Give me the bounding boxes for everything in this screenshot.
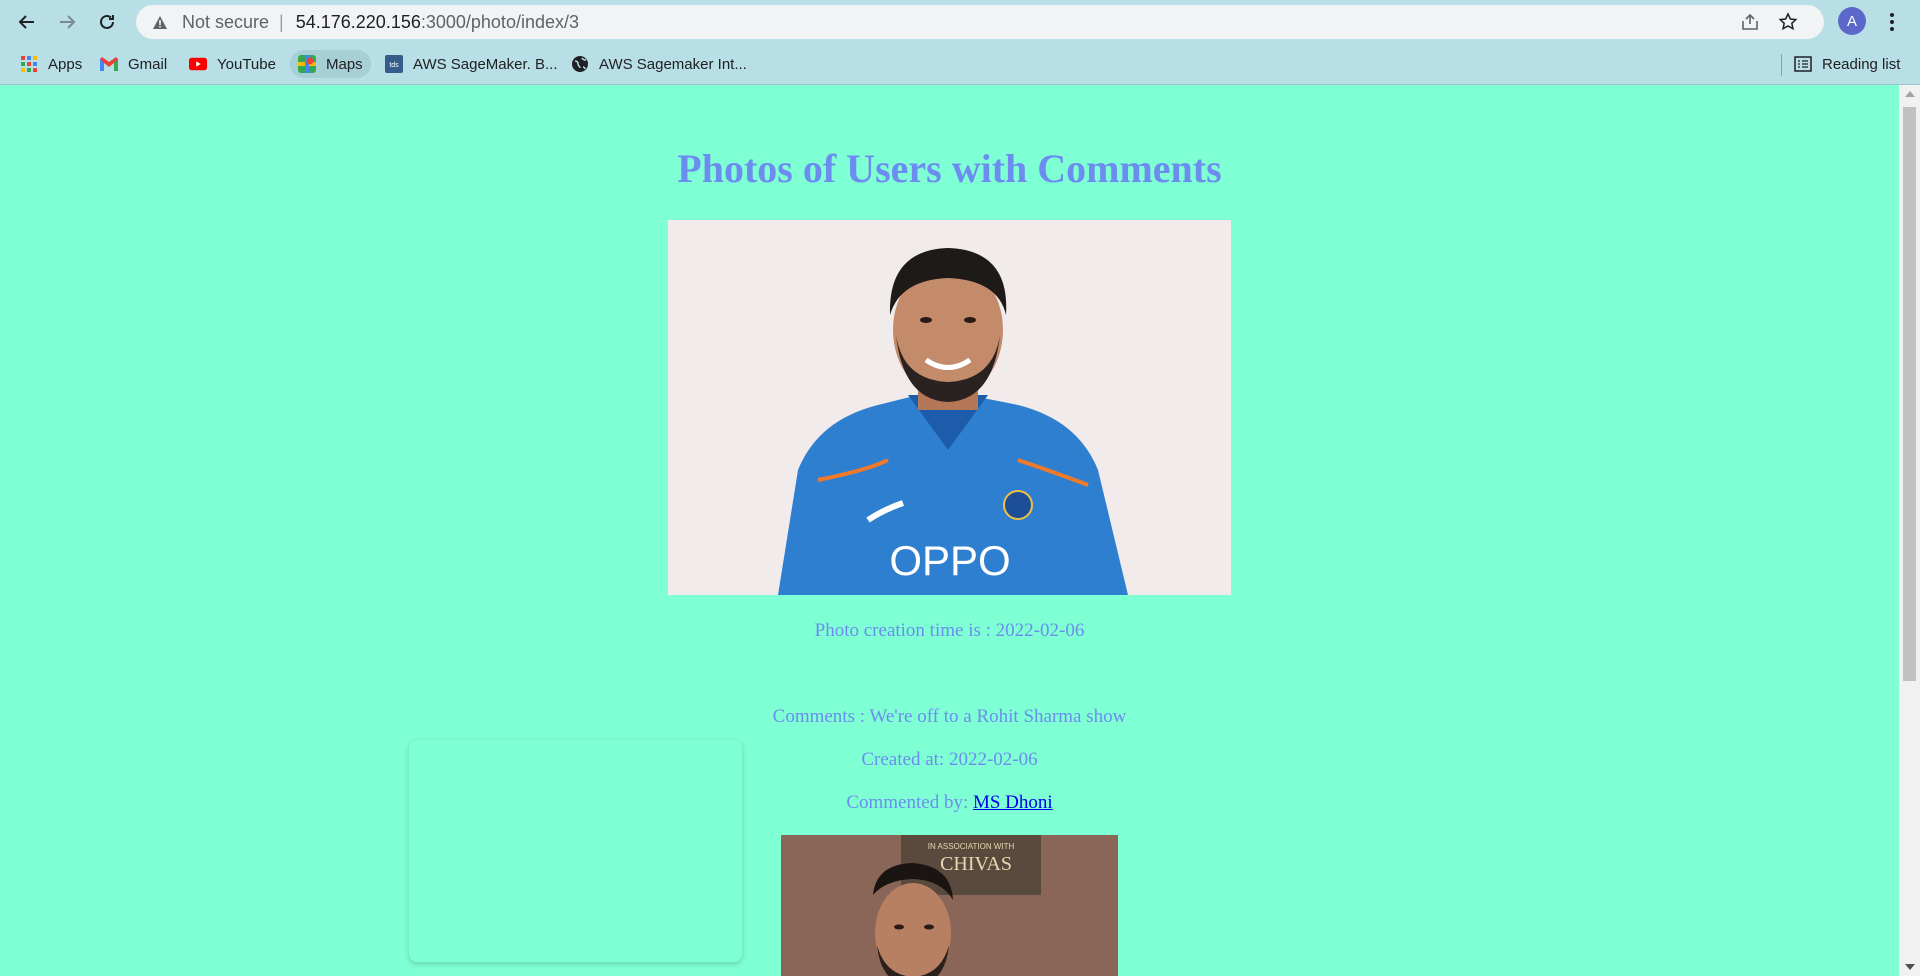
gmail-icon — [100, 55, 118, 73]
forward-icon[interactable] — [51, 6, 83, 38]
bookmark-apps[interactable]: Apps — [12, 50, 90, 78]
photo-creation-date: 2022-02-06 — [995, 620, 1085, 641]
comment-text: Comments : We're off to a Rohit Sharma s… — [772, 706, 1127, 727]
reading-list-button[interactable]: Reading list — [1786, 50, 1908, 78]
menu-dots-icon[interactable] — [1880, 7, 1904, 37]
commented-by: Commented by: MS Dhoni — [846, 792, 1053, 813]
scroll-down-arrow-icon[interactable] — [1905, 964, 1915, 970]
commenter-link[interactable]: MS Dhoni — [973, 792, 1053, 813]
banner-small-text: IN ASSOCIATION WITH — [928, 842, 1015, 851]
banner-brand-text: CHIVAS — [940, 853, 1012, 875]
bookmark-label: YouTube — [217, 55, 276, 73]
reading-list-icon — [1794, 55, 1812, 73]
second-user-photo: IN ASSOCIATION WITH CHIVAS — [781, 835, 1118, 976]
apps-grid-icon — [20, 55, 38, 73]
url-separator: | — [279, 11, 284, 32]
scroll-up-arrow-icon[interactable] — [1905, 91, 1915, 97]
bookmark-aws-sagemaker-b[interactable]: tds AWS SageMaker. B... — [377, 50, 566, 78]
bookmarks-bar: Apps Gmail YouTube Maps tds AWS SageMake… — [0, 44, 1920, 85]
bookmark-youtube[interactable]: YouTube — [181, 50, 284, 78]
back-icon[interactable] — [11, 6, 43, 38]
tds-icon: tds — [385, 55, 403, 73]
youtube-icon — [189, 55, 207, 73]
reading-list-label: Reading list — [1822, 55, 1901, 73]
bookmark-maps[interactable]: Maps — [290, 50, 371, 78]
maps-icon — [298, 55, 316, 73]
url-path[interactable]: :3000/photo/index/3 — [421, 12, 579, 33]
svg-text:tds: tds — [389, 62, 399, 69]
comment-created-at: Created at: 2022-02-06 — [861, 749, 1038, 770]
jersey-brand-text: OPPO — [889, 537, 1010, 584]
page-title: Photos of Users with Comments — [677, 146, 1222, 191]
bookmark-aws-sagemaker-int[interactable]: AWS Sagemaker Int... — [563, 50, 755, 78]
globe-icon — [571, 55, 589, 73]
profile-avatar[interactable]: A — [1838, 7, 1866, 35]
user-photo: OPPO — [668, 220, 1231, 595]
bookmark-label: AWS Sagemaker Int... — [599, 55, 747, 73]
photo-creation-time: Photo creation time is : 2022-02-06 — [814, 620, 1085, 641]
bookmark-star-icon[interactable] — [1778, 5, 1798, 39]
browser-toolbar: Not secure | 54.176.220.156:3000/photo/i… — [0, 0, 1920, 44]
bookmarks-divider — [1781, 54, 1782, 76]
scroll-thumb[interactable] — [1903, 107, 1916, 681]
bookmark-label: AWS SageMaker. B... — [413, 55, 558, 73]
share-icon[interactable] — [1740, 5, 1760, 39]
security-label[interactable]: Not secure — [182, 12, 269, 33]
bookmark-label: Gmail — [128, 55, 168, 73]
bookmark-label: Maps — [326, 55, 363, 73]
address-bar[interactable]: Not secure | 54.176.220.156:3000/photo/i… — [136, 5, 1824, 39]
page-scrollbar[interactable] — [1899, 85, 1920, 976]
reload-icon[interactable] — [91, 6, 123, 38]
bookmark-gmail[interactable]: Gmail — [92, 50, 175, 78]
warning-icon[interactable] — [150, 12, 170, 32]
page-content: Photos of Users with Comments OPPO Photo… — [0, 85, 1899, 976]
bookmark-label: Apps — [48, 55, 83, 73]
url-host[interactable]: 54.176.220.156 — [296, 12, 421, 33]
empty-card — [409, 740, 742, 962]
